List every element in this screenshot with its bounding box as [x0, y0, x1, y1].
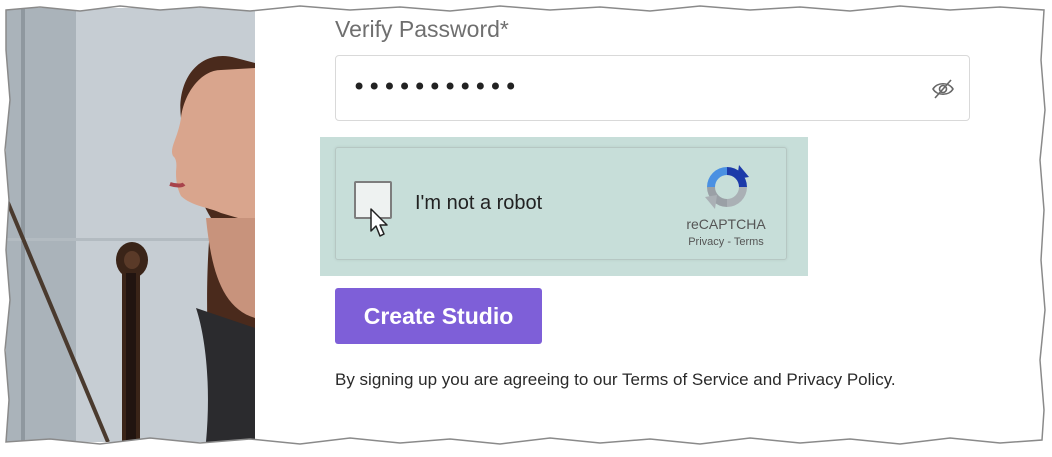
verify-password-label: Verify Password* [335, 16, 509, 42]
password-value: ••••••••••• [352, 73, 519, 101]
recaptcha-privacy-link[interactable]: Privacy [688, 236, 724, 248]
recaptcha-links: Privacy - Terms [676, 236, 776, 248]
violinist-illustration [6, 8, 255, 442]
create-studio-button[interactable]: Create Studio [335, 288, 542, 344]
eye-off-icon[interactable] [931, 78, 955, 100]
not-robot-label: I'm not a robot [415, 192, 543, 214]
recaptcha-widget: I'm not a robot reCAPTCHA Privacy - Term… [335, 147, 787, 260]
recaptcha-terms-link[interactable]: Terms [734, 236, 764, 248]
recaptcha-separator: - [727, 236, 731, 248]
signup-page: Verify Password* ••••••••••• I'm not a r… [6, 8, 1044, 442]
terms-notice: By signing up you are agreeing to our Te… [335, 370, 896, 389]
recaptcha-logo-icon [705, 165, 749, 209]
verify-password-field[interactable]: ••••••••••• [335, 55, 970, 121]
hero-photo [6, 8, 255, 442]
recaptcha-brand: reCAPTCHA [686, 216, 766, 232]
mouse-pointer-icon [370, 208, 388, 237]
